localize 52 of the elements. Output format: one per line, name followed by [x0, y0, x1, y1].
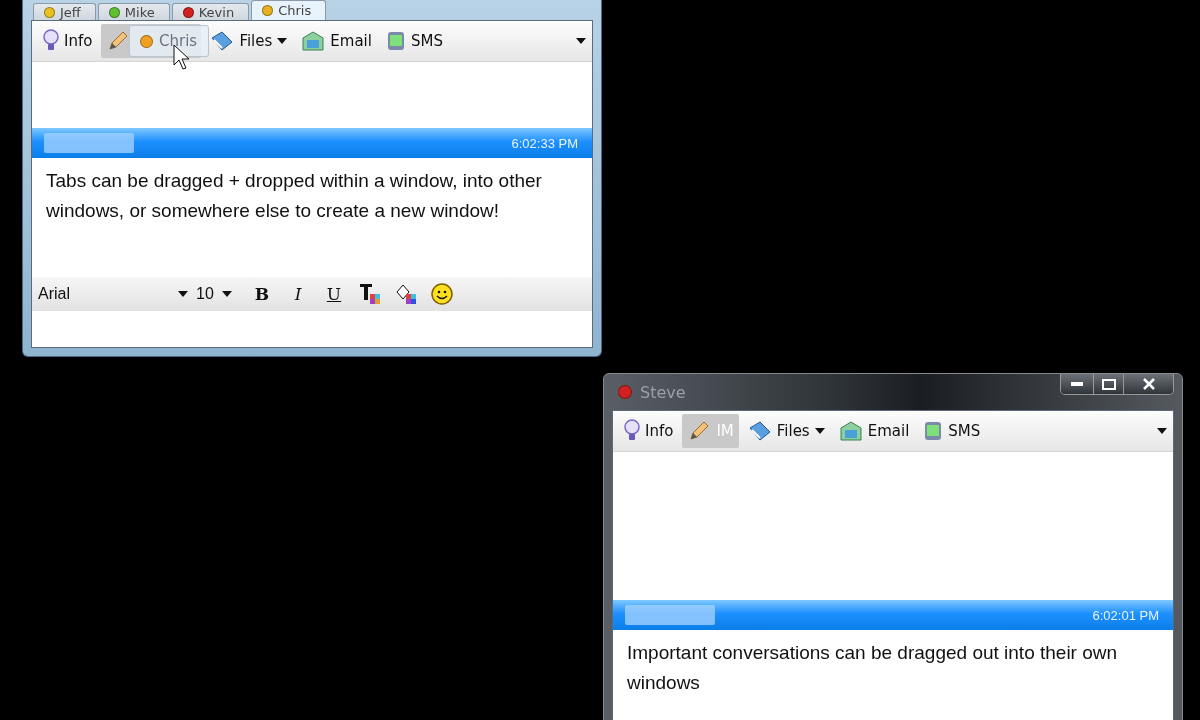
sms-button[interactable]: SMS [380, 24, 448, 58]
caret-icon [277, 38, 288, 44]
email-button[interactable]: Email [296, 24, 377, 58]
smiley-icon [430, 282, 454, 306]
text-color-icon [358, 282, 382, 306]
underline-button[interactable]: U [320, 281, 348, 307]
light-bulb-icon [43, 29, 59, 53]
contact-tab[interactable]: Mike [97, 3, 170, 20]
cursor-icon [173, 44, 189, 70]
books-icon [210, 30, 235, 52]
caret-icon [178, 291, 188, 297]
italic-button[interactable]: I [284, 281, 312, 307]
minimize-icon [1071, 382, 1083, 386]
contact-tab[interactable]: Jeff [33, 3, 96, 20]
phone-icon [385, 30, 406, 52]
tab-label: Jeff [60, 4, 81, 20]
envelope-icon [301, 30, 326, 52]
books-icon [747, 420, 772, 442]
light-bulb-icon [624, 419, 640, 443]
paint-bucket-icon [394, 282, 418, 306]
dragged-tab-tooltip[interactable]: Chris [129, 25, 209, 57]
info-button[interactable]: Info [38, 24, 98, 58]
caret-icon [1157, 428, 1167, 434]
phone-icon [923, 420, 944, 442]
tab-label: Chris [278, 3, 312, 18]
caret-icon [221, 291, 232, 297]
maximize-icon [1101, 378, 1116, 390]
caret-icon [814, 428, 825, 434]
bold-button[interactable]: B [248, 281, 276, 307]
message-text: Important conversations can be dragged out into their own windows [626, 641, 1119, 695]
tab-label: Kevin [198, 4, 235, 20]
contact-tab[interactable]: Chris [251, 0, 327, 20]
close-button[interactable] [1123, 374, 1173, 394]
tab-label: Mike [124, 4, 155, 20]
message-text: Tabs can be dragged + dropped within a window, into other windows, or somewhere else to create a new window! [45, 169, 543, 223]
contact-tab[interactable]: Kevin [171, 3, 250, 20]
message-time: 6:02:01 PM [1092, 607, 1159, 623]
message-time: 6:02:33 PM [511, 135, 578, 151]
minimize-button[interactable] [1061, 374, 1093, 394]
font-select[interactable]: Arial [38, 285, 188, 303]
close-icon [1142, 378, 1155, 390]
envelope-icon [838, 420, 863, 442]
maximize-button[interactable] [1093, 374, 1123, 394]
email-button[interactable]: Email [833, 414, 915, 448]
files-button[interactable]: Files [742, 414, 830, 448]
sms-button[interactable]: SMS [918, 414, 986, 448]
font-size-select[interactable]: 10 [196, 285, 240, 303]
caret-icon [576, 38, 586, 44]
tab-label: Chris [159, 32, 198, 50]
info-button[interactable]: Info [619, 414, 679, 448]
emoticon-button[interactable] [428, 281, 456, 307]
window-title: Steve [640, 382, 686, 402]
